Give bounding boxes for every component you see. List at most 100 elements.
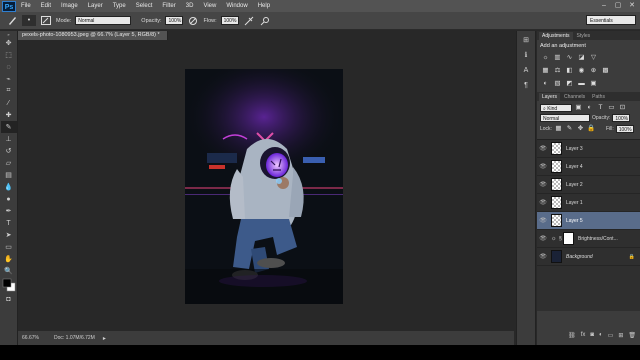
close-button[interactable]: ✕ [626,1,638,11]
filter-type-icon[interactable]: T [596,103,605,112]
image-canvas[interactable] [185,69,343,304]
brush-panel-icon[interactable] [40,15,52,26]
brush-tool-icon[interactable]: ✎ [0,121,17,133]
layer-row-layer-1[interactable]: 👁 Layer 1 [537,194,640,212]
type-tool-icon[interactable]: T [1,217,17,229]
invert-icon[interactable]: ◐ [541,79,550,88]
dodge-tool-icon[interactable]: ● [1,193,17,205]
status-menu-arrow-icon[interactable]: ▸ [103,335,106,342]
quick-mask-icon[interactable]: ◘ [1,293,17,305]
opacity-field[interactable]: 100% [165,16,184,25]
paragraph-panel-icon[interactable]: ¶ [518,79,534,91]
pen-tool-icon[interactable]: ✒ [1,205,17,217]
exposure-icon[interactable]: ◪ [577,53,586,62]
menu-select[interactable]: Select [131,3,158,9]
menu-window[interactable]: Window [221,3,252,9]
brush-tool-preset-icon[interactable] [6,15,18,26]
menu-3d[interactable]: 3D [181,3,199,9]
kind-filter-select[interactable]: ⌕ Kind [540,103,572,112]
zoom-level[interactable]: 66.67% [18,335,54,341]
visibility-eye-icon[interactable]: 👁 [537,235,549,242]
color-swatches[interactable] [1,277,17,293]
fill-field[interactable]: 100% [615,124,634,133]
tab-paths[interactable]: Paths [589,93,608,101]
hand-tool-icon[interactable]: ✋ [1,253,17,265]
black-white-icon[interactable]: ◧ [565,66,574,75]
move-tool-icon[interactable]: ✥ [1,37,17,49]
crop-tool-icon[interactable]: ⌗ [1,85,17,97]
color-lookup-icon[interactable]: ▩ [601,66,610,75]
new-group-icon[interactable]: ▭ [608,332,614,339]
maximize-button[interactable]: ▢ [612,1,624,11]
color-balance-icon[interactable]: ⚖ [553,66,562,75]
threshold-icon[interactable]: ◩ [565,79,574,88]
curves-icon[interactable]: ∿ [565,53,574,62]
menu-layer[interactable]: Layer [83,3,108,9]
channel-mixer-icon[interactable]: ⊕ [589,66,598,75]
airbrush-icon[interactable] [243,15,255,26]
gradient-map-icon[interactable]: ▬ [577,79,586,88]
brush-size-picker[interactable]: • [22,15,36,26]
properties-panel-icon[interactable]: ℹ [518,49,534,61]
selective-color-icon[interactable]: ▣ [589,79,598,88]
visibility-eye-icon[interactable]: 👁 [537,217,549,224]
shape-tool-icon[interactable]: ▭ [1,241,17,253]
filter-pixel-icon[interactable]: ▣ [574,103,583,112]
mode-select[interactable]: Normal [75,16,132,25]
document-tab[interactable]: pexels-photo-1080953.jpeg @ 66.7% (Layer… [18,31,168,40]
tab-styles[interactable]: Styles [574,32,594,40]
marquee-tool-icon[interactable]: ⬚ [1,49,17,61]
visibility-eye-icon[interactable]: 👁 [537,163,549,170]
add-mask-icon[interactable]: ◙ [590,332,594,338]
lock-image-icon[interactable]: ✎ [565,124,574,133]
menu-edit[interactable]: Edit [36,3,56,9]
pressure-opacity-icon[interactable] [187,15,199,26]
link-layers-icon[interactable]: ⛓ [568,332,576,339]
layer-opacity-field[interactable]: 100% [612,114,631,122]
visibility-eye-icon[interactable]: 👁 [537,181,549,188]
filter-smart-icon[interactable]: ⊡ [618,103,627,112]
lock-transparent-icon[interactable]: ▦ [554,124,563,133]
levels-icon[interactable]: ▥ [553,53,562,62]
minimize-button[interactable]: – [598,1,610,11]
layer-row-brightness-contrast[interactable]: 👁 ☼ § Brightness/Cont... [537,230,640,248]
eyedropper-tool-icon[interactable]: ⁄ [1,97,17,109]
delete-layer-icon[interactable]: 🗑 [628,332,636,339]
visibility-eye-icon[interactable]: 👁 [537,145,549,152]
lasso-tool-icon[interactable]: ◌ [1,61,17,73]
layer-row-layer-4[interactable]: 👁 Layer 4 [537,158,640,176]
character-panel-icon[interactable]: A [518,64,534,76]
blend-mode-select[interactable]: Normal [540,114,590,122]
brightness-contrast-icon[interactable]: ☼ [541,53,550,62]
history-brush-tool-icon[interactable]: ↺ [1,145,17,157]
path-select-tool-icon[interactable]: ➤ [1,229,17,241]
menu-file[interactable]: File [16,3,36,9]
lock-all-icon[interactable]: 🔒 [587,124,596,133]
photo-filter-icon[interactable]: ◉ [577,66,586,75]
eraser-tool-icon[interactable]: ▱ [1,157,17,169]
visibility-eye-icon[interactable]: 👁 [537,199,549,206]
menu-help[interactable]: Help [253,3,275,9]
layer-row-layer-5[interactable]: 👁 Layer 5 [537,212,640,230]
blur-tool-icon[interactable]: 💧 [1,181,17,193]
document-info[interactable]: Doc: 1.07M/6.72M [54,335,95,341]
clone-stamp-tool-icon[interactable]: ⊥ [1,133,17,145]
layer-mask-thumbnail[interactable] [563,232,574,245]
lock-position-icon[interactable]: ✥ [576,124,585,133]
tab-layers[interactable]: Layers [539,93,561,101]
new-adjustment-icon[interactable]: ◐ [599,332,603,338]
menu-view[interactable]: View [198,3,221,9]
layer-style-icon[interactable]: fx [581,332,586,338]
menu-type[interactable]: Type [108,3,131,9]
document-area[interactable] [18,40,514,330]
zoom-tool-icon[interactable]: 🔍 [1,265,17,277]
tab-adjustments[interactable]: Adjustments [539,32,573,40]
filter-adjustment-icon[interactable]: ◐ [585,103,594,112]
layer-row-layer-2[interactable]: 👁 Layer 2 [537,176,640,194]
layer-row-background[interactable]: 👁 Background 🔒 [537,248,640,266]
layer-row-layer-3[interactable]: 👁 Layer 3 [537,140,640,158]
menu-filter[interactable]: Filter [157,3,180,9]
filter-shape-icon[interactable]: ▭ [607,103,616,112]
menu-image[interactable]: Image [56,3,83,9]
flow-field[interactable]: 100% [220,16,239,25]
